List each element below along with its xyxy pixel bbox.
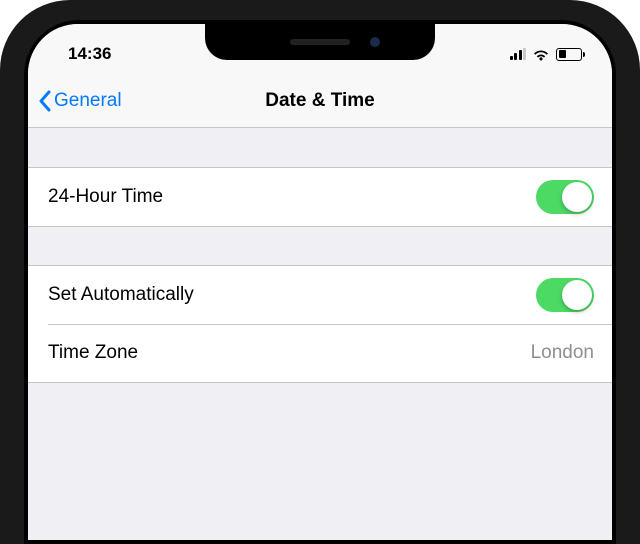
row-label: 24-Hour Time <box>48 186 163 208</box>
row-time-zone[interactable]: Time Zone London <box>28 324 612 382</box>
back-button[interactable]: General <box>38 90 122 112</box>
clock: 14:36 <box>68 44 111 64</box>
front-camera <box>370 37 380 47</box>
row-set-automatically: Set Automatically <box>28 266 612 324</box>
time-zone-value: London <box>531 342 594 364</box>
back-button-label: General <box>54 90 122 112</box>
section-spacer <box>28 382 612 422</box>
battery-level <box>559 50 566 58</box>
status-right <box>510 47 583 61</box>
toggle-24-hour-time[interactable] <box>536 180 594 214</box>
volume-up-button <box>0 210 1 280</box>
toggle-set-automatically[interactable] <box>536 278 594 312</box>
volume-down-button <box>0 300 1 370</box>
screen: 14:36 General D <box>28 24 612 540</box>
battery-icon <box>556 48 582 61</box>
row-label: Time Zone <box>48 342 138 364</box>
mute-switch <box>0 140 1 176</box>
section-spacer <box>28 226 612 266</box>
section-spacer <box>28 128 612 168</box>
page-title: Date & Time <box>265 90 374 112</box>
toggle-knob <box>562 182 592 212</box>
speaker-grille <box>290 39 350 45</box>
wifi-icon <box>532 47 550 61</box>
chevron-left-icon <box>38 90 52 112</box>
notch <box>205 24 435 60</box>
toggle-knob <box>562 280 592 310</box>
device-frame: 14:36 General D <box>0 0 640 544</box>
cellular-signal-icon <box>510 48 527 60</box>
row-label: Set Automatically <box>48 284 194 306</box>
row-24-hour-time: 24-Hour Time <box>28 168 612 226</box>
device-bezel: 14:36 General D <box>24 20 616 544</box>
navigation-bar: General Date & Time <box>28 74 612 128</box>
